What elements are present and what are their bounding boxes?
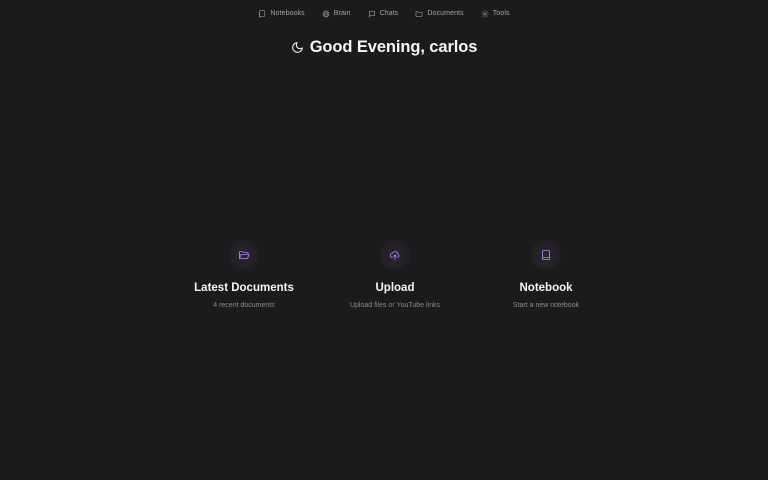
- card-subtitle: Start a new notebook: [512, 302, 580, 309]
- moon-icon: [291, 42, 303, 53]
- nav-item-label: Documents: [427, 10, 464, 17]
- nav-item-chats[interactable]: Chats: [368, 10, 399, 18]
- latest-documents-card[interactable]: Latest Documents 4 recent documents: [164, 240, 324, 309]
- notebook-icon: [542, 250, 550, 260]
- card-icon-container: [229, 240, 259, 270]
- chat-icon: [368, 10, 375, 17]
- greeting-header: Good Evening, carlos: [0, 38, 768, 57]
- notebook-card[interactable]: Notebook Start a new notebook: [466, 240, 626, 309]
- nav-item-label: Tools: [492, 10, 510, 17]
- upload-card[interactable]: Upload Upload files or YouTube links: [315, 240, 475, 309]
- nav-item-brain[interactable]: Brain: [322, 10, 351, 18]
- cloud-upload-icon: [389, 251, 400, 260]
- card-subtitle: Upload files or YouTube links: [349, 302, 441, 309]
- nav-item-label: Chats: [379, 10, 399, 17]
- notebook-icon: [259, 9, 266, 18]
- top-navigation: Notebooks Brain Chats Documents Tools: [0, 0, 768, 26]
- gear-icon: [481, 9, 489, 18]
- brain-icon: [322, 10, 330, 17]
- card-title: Notebook: [519, 282, 573, 294]
- card-icon-container: [531, 240, 561, 270]
- folder-icon: [416, 10, 423, 17]
- nav-item-tools[interactable]: Tools: [481, 9, 510, 18]
- card-subtitle: 4 recent documents: [213, 302, 275, 309]
- nav-item-documents[interactable]: Documents: [415, 10, 464, 18]
- folder-open-icon: [239, 251, 250, 259]
- app-root: Notebooks Brain Chats Documents Tools Go…: [0, 0, 768, 480]
- card-icon-container: [380, 240, 410, 270]
- card-title: Latest Documents: [194, 282, 294, 294]
- greeting-text: Good Evening, carlos: [309, 38, 478, 56]
- card-title: Upload: [375, 282, 415, 294]
- nav-item-notebooks[interactable]: Notebooks: [258, 9, 305, 18]
- nav-item-label: Brain: [333, 10, 351, 17]
- nav-item-label: Notebooks: [270, 10, 305, 17]
